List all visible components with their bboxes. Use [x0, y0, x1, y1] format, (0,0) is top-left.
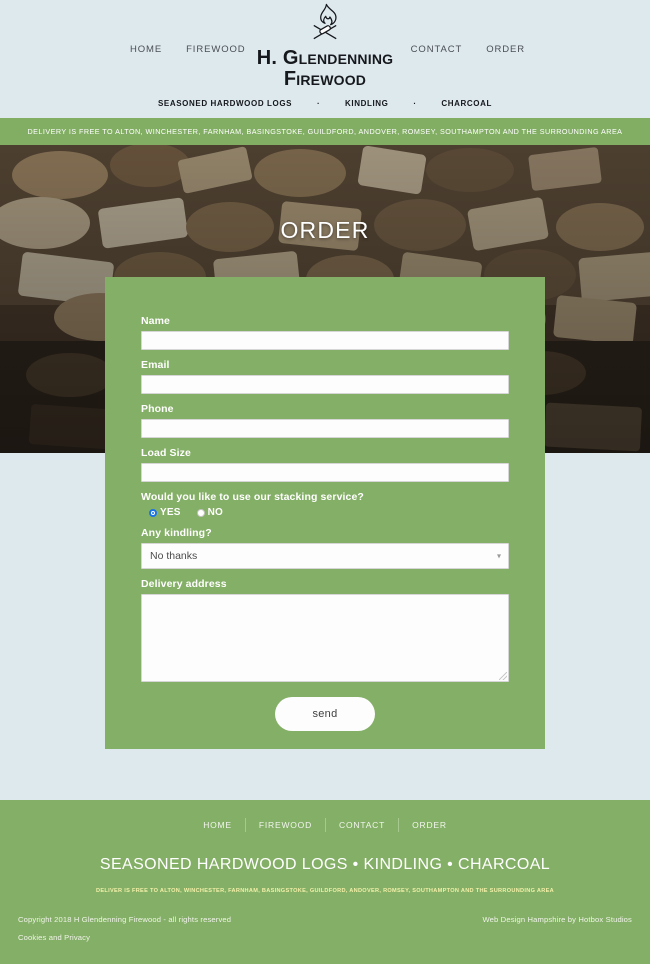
delivery-banner-text: DELIVERY IS FREE TO ALTON, WINCHESTER, F… [27, 127, 623, 136]
campfire-icon [313, 3, 337, 40]
tagline-separator-2: · [413, 99, 417, 108]
footer-cookies-privacy-link[interactable]: Cookies and Privacy [18, 933, 231, 942]
send-button[interactable]: send [275, 697, 375, 731]
tagline-kindling: KINDLING [345, 99, 389, 108]
phone-label: Phone [141, 403, 174, 415]
delivery-banner: DELIVERY IS FREE TO ALTON, WINCHESTER, F… [0, 118, 650, 145]
radio-no-label: NO [207, 507, 224, 518]
kindling-label: Any kindling? [141, 527, 212, 539]
brand-block[interactable]: H. Glendenning Firewood [0, 2, 650, 90]
kindling-selected-value: No thanks [150, 550, 198, 562]
tagline-charcoal: CHARCOAL [441, 99, 492, 108]
email-label: Email [141, 359, 170, 371]
submit-row: send [141, 697, 509, 731]
name-input[interactable] [141, 331, 509, 350]
footer-link-contact[interactable]: CONTACT [326, 820, 398, 830]
footer-link-order[interactable]: ORDER [399, 820, 460, 830]
email-input[interactable] [141, 375, 509, 394]
footer-copyright: Copyright 2018 H Glendenning Firewood - … [18, 915, 232, 924]
footer-link-home[interactable]: HOME [190, 820, 245, 830]
stacking-option-no[interactable]: NO [196, 507, 224, 518]
brand-name: H. Glendenning Firewood [257, 48, 393, 90]
field-load-size: Load Size [141, 447, 509, 482]
field-kindling: Any kindling? No thanks ▾ [141, 527, 509, 569]
footer-delivery-note: DELIVER IS FREE TO ALTON, WINCHESTER, FA… [96, 888, 554, 894]
footer-link-firewood[interactable]: FIREWOOD [246, 820, 325, 830]
brand-name-line2: Firewood [283, 68, 367, 90]
name-label: Name [141, 315, 170, 327]
field-email: Email [141, 359, 509, 394]
field-delivery-address: Delivery address [141, 578, 509, 682]
site-footer: HOME FIREWOOD CONTACT ORDER SEASONED HAR… [0, 800, 650, 964]
resize-handle-icon[interactable] [499, 672, 507, 680]
order-form: Name Email Phone Load Size Would you lik… [105, 277, 545, 749]
footer-legal: Copyright 2018 H Glendenning Firewood - … [18, 915, 231, 942]
footer-nav: HOME FIREWOOD CONTACT ORDER [0, 818, 650, 832]
brand-name-line1: H. Glendenning [256, 47, 394, 69]
kindling-select[interactable]: No thanks [141, 543, 509, 569]
radio-no-icon[interactable] [196, 508, 205, 517]
primary-nav-right: CONTACT ORDER [411, 44, 525, 55]
nav-link-contact[interactable]: CONTACT [411, 44, 463, 55]
load-size-input[interactable] [141, 463, 509, 482]
field-phone: Phone [141, 403, 509, 438]
load-size-label: Load Size [141, 447, 191, 459]
radio-yes-label: YES [160, 507, 181, 518]
phone-input[interactable] [141, 419, 509, 438]
footer-headline: SEASONED HARDWOOD LOGS • KINDLING • CHAR… [99, 856, 551, 873]
tagline-logs: SEASONED HARDWOOD LOGS [158, 99, 293, 108]
delivery-address-textarea[interactable] [141, 594, 509, 682]
tagline-separator-1: · [316, 99, 321, 108]
nav-link-order[interactable]: ORDER [486, 44, 525, 55]
delivery-address-label: Delivery address [141, 578, 227, 590]
field-stacking-service: Would you like to use our stacking servi… [141, 491, 509, 518]
stacking-option-yes[interactable]: YES [149, 507, 181, 518]
site-header: HOME FIREWOOD H. Glendenning Firewood CO… [0, 0, 650, 118]
radio-yes-icon[interactable] [149, 508, 157, 517]
field-name: Name [141, 315, 509, 350]
footer-web-design-credit[interactable]: Web Design Hampshire by Hotbox Studios [483, 915, 633, 924]
kindling-select-wrapper: No thanks ▾ [141, 543, 509, 569]
brand-tagline: SEASONED HARDWOOD LOGS · KINDLING · CHAR… [0, 99, 650, 108]
footer-bottom-bar: Copyright 2018 H Glendenning Firewood - … [18, 915, 632, 942]
stacking-radio-group: YES NO [149, 507, 509, 518]
page-title: ORDER [280, 217, 370, 243]
stacking-service-label: Would you like to use our stacking servi… [141, 491, 364, 503]
